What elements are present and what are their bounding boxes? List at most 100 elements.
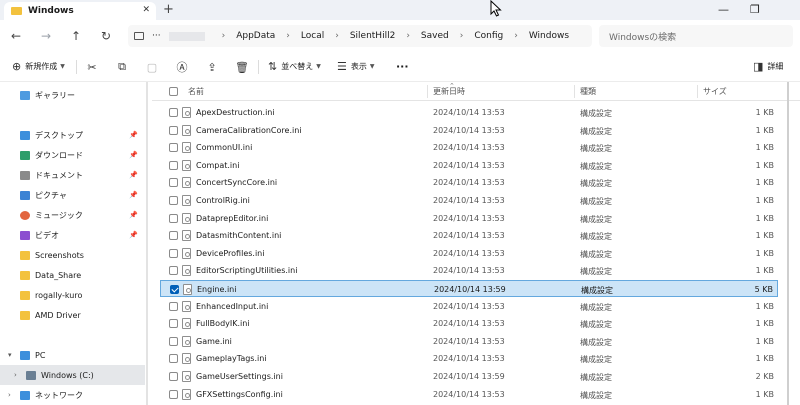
breadcrumb-appdata[interactable]: AppData xyxy=(236,31,275,41)
copy-icon[interactable]: ⧉ xyxy=(114,59,130,75)
sidebar-item-documents[interactable]: ドキュメント 📌 xyxy=(0,165,145,185)
column-divider[interactable] xyxy=(574,85,575,98)
pin-icon[interactable]: 📌 xyxy=(129,171,138,179)
column-type[interactable]: 種類 xyxy=(580,86,596,97)
view-button[interactable]: ☰ 表示 ▼ xyxy=(337,60,375,73)
table-row[interactable]: EditorScriptingUtilities.ini 2024/10/14 1… xyxy=(160,262,778,279)
breadcrumb-overflow[interactable]: ··· xyxy=(152,31,161,41)
tab-windows[interactable]: Windows ✕ xyxy=(4,2,156,20)
sidebar-item-gallery[interactable]: ギャラリー xyxy=(0,85,145,105)
select-all-checkbox[interactable] xyxy=(169,87,178,96)
row-checkbox[interactable] xyxy=(169,389,178,399)
table-row[interactable]: GFXSettingsConfig.ini 2024/10/14 13:53 構成設… xyxy=(160,386,778,403)
minimize-button[interactable]: — xyxy=(718,3,729,16)
row-checkbox[interactable] xyxy=(169,125,178,135)
paste-icon[interactable]: ▢ xyxy=(144,59,160,75)
sidebar-item-amd-driver[interactable]: AMD Driver xyxy=(0,305,145,325)
column-divider[interactable] xyxy=(697,85,698,98)
close-tab-icon[interactable]: ✕ xyxy=(142,5,150,15)
row-checkbox[interactable] xyxy=(169,372,178,381)
details-pane-button[interactable]: ◨ 詳細 xyxy=(753,60,783,73)
row-checkbox[interactable] xyxy=(169,213,178,223)
pin-icon[interactable]: 📌 xyxy=(129,131,138,139)
table-row[interactable]: DatasmithContent.ini 2024/10/14 13:53 構成設定… xyxy=(160,227,778,244)
breadcrumb-separator[interactable]: › xyxy=(514,31,518,41)
row-checkbox[interactable] xyxy=(170,285,179,294)
table-row[interactable]: DeviceProfiles.ini 2024/10/14 13:53 構成設定 1 … xyxy=(160,245,778,262)
table-row[interactable]: CameraCalibrationCore.ini 2024/10/14 13:5… xyxy=(160,122,778,139)
cut-icon[interactable]: ✂ xyxy=(84,59,100,75)
table-row[interactable]: FullBodyIK.ini 2024/10/14 13:53 構成設定 1 KB xyxy=(160,315,778,332)
sort-button[interactable]: ⇅ 並べ替え ▼ xyxy=(268,60,321,73)
breadcrumb-separator[interactable]: › xyxy=(335,31,339,41)
table-row[interactable]: CommonUI.ini 2024/10/14 13:53 構成設定 1 KB xyxy=(160,139,778,156)
sidebar-item-videos[interactable]: ビデオ 📌 xyxy=(0,225,145,245)
row-checkbox[interactable] xyxy=(169,301,178,311)
chevron-down-icon[interactable]: ▾ xyxy=(8,351,12,359)
sidebar-item-screenshots[interactable]: Screenshots xyxy=(0,245,145,265)
table-row[interactable]: GameplayTags.ini 2024/10/14 13:53 構成設定 1 KB xyxy=(160,350,778,367)
row-checkbox[interactable] xyxy=(169,178,178,188)
column-size[interactable]: サイズ xyxy=(703,86,727,97)
maximize-button[interactable]: ❐ xyxy=(750,3,760,16)
table-row[interactable]: Compat.ini 2024/10/14 13:53 構成設定 1 KB xyxy=(160,157,778,174)
address-bar[interactable]: ··· › AppData › Local › SilentHill2 › Sa… xyxy=(128,25,592,47)
row-checkbox[interactable] xyxy=(169,196,178,205)
sidebar-item-rogally-kuro[interactable]: rogally-kuro xyxy=(0,285,145,305)
breadcrumb-separator[interactable]: › xyxy=(222,31,226,41)
table-row[interactable]: DataprepEditor.ini 2024/10/14 13:53 構成設定 1 … xyxy=(160,210,778,227)
row-checkbox[interactable] xyxy=(169,160,178,170)
breadcrumb-local[interactable]: Local xyxy=(301,31,324,41)
sidebar-item-pictures[interactable]: ピクチャ 📌 xyxy=(0,185,145,205)
more-options-button[interactable]: ··· xyxy=(396,60,409,73)
table-row[interactable]: Game.ini 2024/10/14 13:53 構成設定 1 KB xyxy=(160,333,778,350)
breadcrumb-windows[interactable]: Windows xyxy=(529,31,569,41)
pin-icon[interactable]: 📌 xyxy=(129,151,138,159)
row-checkbox[interactable] xyxy=(169,231,178,241)
sidebar-item-windows-c[interactable]: › Windows (C:) xyxy=(0,365,145,385)
breadcrumb-separator[interactable]: › xyxy=(406,31,410,41)
row-checkbox[interactable] xyxy=(169,354,178,364)
refresh-button[interactable]: ↻ xyxy=(96,26,116,46)
pin-icon[interactable]: 📌 xyxy=(129,191,138,199)
back-button[interactable]: ← xyxy=(6,26,26,46)
chevron-right-icon[interactable]: › xyxy=(14,371,17,379)
table-row[interactable]: GameUserSettings.ini 2024/10/14 13:59 構成設定… xyxy=(160,368,778,385)
search-input[interactable]: Windowsの検索 xyxy=(599,25,793,47)
table-row[interactable]: ApexDestruction.ini 2024/10/14 13:53 構成設定 1… xyxy=(160,104,778,121)
file-list-scrollbar[interactable] xyxy=(787,82,789,405)
row-checkbox[interactable] xyxy=(169,108,178,117)
new-button[interactable]: ⊕ 新規作成 ▼ xyxy=(12,60,65,73)
trash-icon[interactable]: 🗑 xyxy=(234,59,250,75)
sidebar-item-music[interactable]: ミュージック 📌 xyxy=(0,205,145,225)
forward-button[interactable]: → xyxy=(36,26,56,46)
column-divider[interactable] xyxy=(427,85,428,98)
breadcrumb-separator[interactable]: › xyxy=(286,31,290,41)
pin-icon[interactable]: 📌 xyxy=(129,231,138,239)
sidebar-item-network[interactable]: › ネットワーク xyxy=(0,385,145,405)
breadcrumb-separator[interactable]: › xyxy=(460,31,464,41)
chevron-right-icon[interactable]: › xyxy=(8,391,11,399)
row-checkbox[interactable] xyxy=(169,266,178,276)
sidebar-scrollbar[interactable] xyxy=(146,82,148,405)
breadcrumb-saved[interactable]: Saved xyxy=(421,31,449,41)
row-checkbox[interactable] xyxy=(169,319,178,329)
table-row[interactable]: EnhancedInput.ini 2024/10/14 13:53 構成設定 1 K… xyxy=(160,298,778,315)
table-row[interactable]: ConcertSyncCore.ini 2024/10/14 13:53 構成設定 1… xyxy=(160,174,778,191)
breadcrumb-silenthill2[interactable]: SilentHill2 xyxy=(350,31,395,41)
share-icon[interactable]: ⇪ xyxy=(204,59,220,75)
new-tab-button[interactable]: + xyxy=(163,2,174,17)
up-button[interactable]: ↑ xyxy=(66,26,86,46)
breadcrumb-config[interactable]: Config xyxy=(474,31,503,41)
table-row[interactable]: ControlRig.ini 2024/10/14 13:53 構成設定 1 KB xyxy=(160,192,778,209)
sidebar-item-desktop[interactable]: デスクトップ 📌 xyxy=(0,125,145,145)
pin-icon[interactable]: 📌 xyxy=(129,211,138,219)
row-checkbox[interactable] xyxy=(169,248,178,258)
sidebar-item-pc[interactable]: ▾ PC xyxy=(0,345,145,365)
rename-icon[interactable]: Ⓐ xyxy=(174,59,190,75)
row-checkbox[interactable] xyxy=(169,143,178,153)
row-checkbox[interactable] xyxy=(169,336,178,346)
column-modified[interactable]: 更新日時 xyxy=(433,86,465,97)
column-name[interactable]: 名前 xyxy=(188,86,204,97)
sidebar-item-data-share[interactable]: Data_Share xyxy=(0,265,145,285)
